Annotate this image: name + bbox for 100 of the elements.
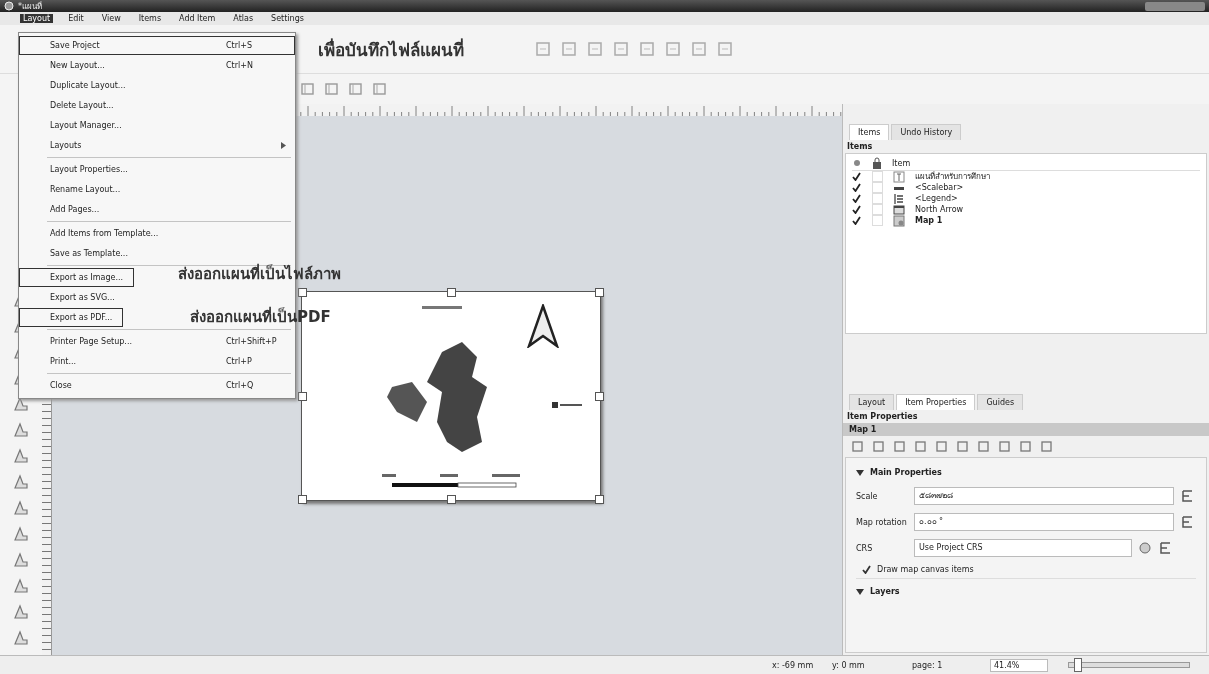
selection-handle[interactable]: [595, 495, 604, 504]
legend-drawing: [552, 402, 582, 408]
visibility-checkbox[interactable]: [852, 171, 862, 182]
menu-bar-item[interactable]: Items: [135, 14, 165, 23]
globe-icon[interactable]: [1138, 541, 1152, 555]
annotation-text: เพื่อบันทึกไฟล์แผนที่: [318, 40, 464, 60]
section-title: Main Properties: [870, 468, 942, 477]
item-label[interactable]: <Legend>: [915, 194, 958, 203]
cursor-x-readout: x: -69 mm: [772, 660, 815, 670]
scale-field[interactable]: ๕๘๓๗๒๘: [914, 487, 1174, 505]
map-tool-icon[interactable]: [956, 440, 969, 453]
toolbar-icon[interactable]: [348, 81, 364, 97]
visibility-checkbox[interactable]: [852, 193, 862, 204]
field-label: Map rotation: [856, 517, 908, 527]
section-title: Layers: [870, 587, 900, 596]
cursor-y-readout: y: 0 mm: [832, 660, 866, 670]
menu-item[interactable]: Export as Image...: [19, 268, 135, 287]
map-tool-icon[interactable]: [935, 440, 948, 453]
crs-dropdown[interactable]: Use Project CRS: [914, 539, 1132, 557]
map-tool-icon[interactable]: [914, 440, 927, 453]
visibility-checkbox[interactable]: [852, 204, 862, 215]
window-controls[interactable]: [1145, 1, 1205, 11]
map-tool-icon[interactable]: [893, 440, 906, 453]
menu-item[interactable]: Rename Layout...: [19, 180, 132, 199]
tool-icon[interactable]: [12, 551, 30, 569]
toolbar-icon[interactable]: [300, 81, 316, 97]
visibility-checkbox[interactable]: [852, 182, 862, 193]
menu-item[interactable]: Layout Manager...: [19, 116, 133, 135]
menu-item[interactable]: New Layout... Ctrl+N: [19, 56, 295, 75]
menu-item[interactable]: Duplicate Layout...: [19, 76, 137, 95]
toolbar-icon[interactable]: [324, 81, 340, 97]
lock-icon: [872, 157, 882, 169]
item-label[interactable]: North Arrow: [915, 205, 964, 214]
legend-icon: [893, 192, 905, 205]
tool-icon[interactable]: [12, 447, 30, 465]
selection-handle[interactable]: [298, 495, 307, 504]
item-label[interactable]: Map 1: [915, 216, 943, 225]
selection-handle[interactable]: [298, 392, 307, 401]
menu-item[interactable]: Layout Properties...: [19, 160, 139, 179]
menu-item[interactable]: Close Ctrl+Q: [19, 376, 295, 395]
window-title: *แผนที่: [18, 0, 42, 13]
tool-icon[interactable]: [12, 525, 30, 543]
picture-icon: [893, 203, 905, 216]
panel-tab[interactable]: Layout: [849, 394, 895, 410]
item-label[interactable]: <Scalebar>: [915, 183, 964, 192]
lock-checkbox[interactable]: [872, 215, 883, 226]
map-tool-icon[interactable]: [1040, 440, 1053, 453]
visibility-icon: [852, 158, 862, 168]
visibility-checkbox[interactable]: [852, 215, 862, 226]
panel-tab[interactable]: Guides: [977, 394, 1024, 410]
menu-item[interactable]: Printer Page Setup... Ctrl+Shift+P: [19, 332, 295, 351]
selection-handle[interactable]: [447, 288, 456, 297]
selection-handle[interactable]: [447, 495, 456, 504]
map-tool-icon[interactable]: [977, 440, 990, 453]
checkbox[interactable]: [862, 565, 871, 574]
menu-item[interactable]: Add Items from Template...: [19, 224, 170, 243]
expand-arrow-icon[interactable]: [856, 587, 864, 596]
page-readout: page: 1: [912, 660, 944, 670]
selection-handle[interactable]: [595, 392, 604, 401]
menu-bar-item[interactable]: Add Item: [176, 14, 219, 23]
menu-item[interactable]: Save Project Ctrl+S: [19, 36, 295, 55]
slider-thumb[interactable]: [1073, 658, 1082, 672]
panel-tab[interactable]: Item Properties: [896, 394, 976, 410]
menu-bar-item[interactable]: Layout: [20, 14, 54, 23]
tool-icon[interactable]: [12, 577, 30, 595]
map-tool-icon[interactable]: [1019, 440, 1032, 453]
selection-handle[interactable]: [595, 288, 604, 297]
rotation-field[interactable]: ๐.๐๐ °: [914, 513, 1174, 531]
menu-bar-item[interactable]: Atlas: [230, 14, 257, 23]
selection-handle[interactable]: [298, 288, 307, 297]
menu-item[interactable]: Add Pages...: [19, 200, 111, 219]
menu-item[interactable]: Save as Template...: [19, 244, 139, 263]
map-tool-icon[interactable]: [851, 440, 864, 453]
menu-item[interactable]: Layouts: [19, 136, 295, 155]
menu-bar-item[interactable]: Settings: [268, 14, 307, 23]
tool-icon[interactable]: [12, 421, 30, 439]
menu-item[interactable]: Print... Ctrl+P: [19, 352, 295, 371]
panel-tab[interactable]: Items: [849, 124, 890, 140]
tool-icon[interactable]: [12, 473, 30, 491]
lock-checkbox[interactable]: [872, 171, 883, 182]
tool-icon[interactable]: [12, 629, 30, 647]
tool-icon[interactable]: [12, 499, 30, 517]
menu-item[interactable]: Export as SVG...: [19, 288, 126, 307]
tool-icon[interactable]: [12, 603, 30, 621]
menu-item[interactable]: Delete Layout...: [19, 96, 125, 115]
item-name-bar: Map 1: [843, 423, 1209, 436]
menu-bar-item[interactable]: View: [98, 14, 124, 23]
toolbar-icon[interactable]: [372, 81, 388, 97]
map-tool-icon[interactable]: [998, 440, 1011, 453]
panel-tab[interactable]: Undo History: [891, 124, 962, 140]
lock-checkbox[interactable]: [872, 193, 883, 204]
text-icon: [893, 170, 905, 183]
menu-item[interactable]: Export as PDF...: [19, 308, 124, 327]
expand-arrow-icon[interactable]: [856, 468, 864, 477]
lock-checkbox[interactable]: [872, 182, 883, 193]
map-tool-icon[interactable]: [872, 440, 885, 453]
lock-checkbox[interactable]: [872, 204, 883, 215]
zoom-field[interactable]: 41.4%: [990, 658, 1048, 672]
item-label[interactable]: แผนที่สำหรับการศึกษา: [915, 170, 990, 183]
menu-bar-item[interactable]: Edit: [65, 14, 87, 23]
